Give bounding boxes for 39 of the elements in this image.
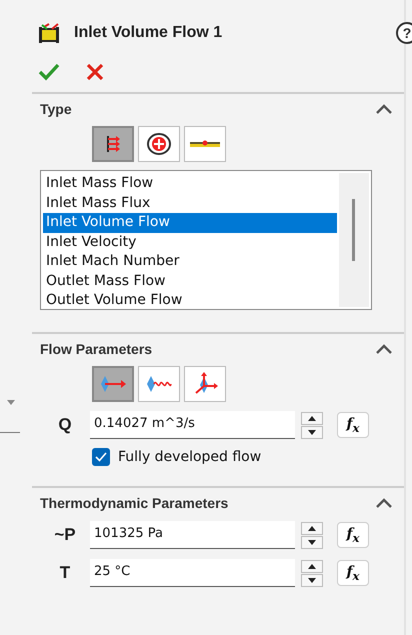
collapse-icon[interactable] [376,498,392,508]
list-item[interactable]: Inlet Mass Flow [43,174,337,194]
spin-button[interactable] [301,560,323,586]
value-field[interactable]: 25 °C [90,559,295,587]
panel-title: Inlet Volume Flow 1 [74,24,224,42]
checkbox[interactable] [92,448,110,466]
flow-opening-icon [38,23,62,43]
function-button[interactable]: f$_{x}$ [337,522,369,548]
checkbox-label: Fully developed flow [118,449,262,465]
dropdown-arrow-icon [7,400,15,405]
section-title: Type [40,101,72,117]
help-button[interactable]: ? [396,22,412,44]
close-icon[interactable] [86,63,104,81]
check-icon [95,452,107,462]
section-title: Flow Parameters [40,341,152,357]
list-item[interactable]: Outlet Mass Flow [43,272,337,291]
mode-button[interactable] [138,126,180,162]
value-field[interactable]: 101325 Pa [90,521,295,549]
normal-flow-icon [99,374,127,394]
list-item[interactable]: Inlet Volume Flow [43,213,337,232]
list-item[interactable]: Inlet Mach Number [43,252,337,272]
list-item[interactable]: Outlet Volume Flow [43,291,337,310]
function-button[interactable]: f$_{x}$ [337,560,369,586]
ok-icon[interactable] [38,63,60,81]
function-button[interactable]: f$_{x}$ [337,412,369,438]
parameter-label: T [58,563,72,583]
spin-button[interactable] [301,522,323,548]
swirl-flow-icon [145,374,173,394]
parameter-label: Q [57,415,73,435]
value-field[interactable]: 0.14027 m^3/s [90,411,295,439]
collapse-icon[interactable] [376,344,392,354]
collapse-icon[interactable] [376,104,392,114]
section-title: Thermodynamic Parameters [40,495,228,511]
list-item[interactable]: Inlet Velocity [43,232,337,252]
scrollbar-thumb[interactable] [352,199,355,261]
spin-button[interactable] [301,412,323,438]
list-item[interactable]: Inlet Mass Flux [43,194,337,213]
parameter-label: ~P [53,525,77,545]
radial-arrows-icon [147,133,171,155]
